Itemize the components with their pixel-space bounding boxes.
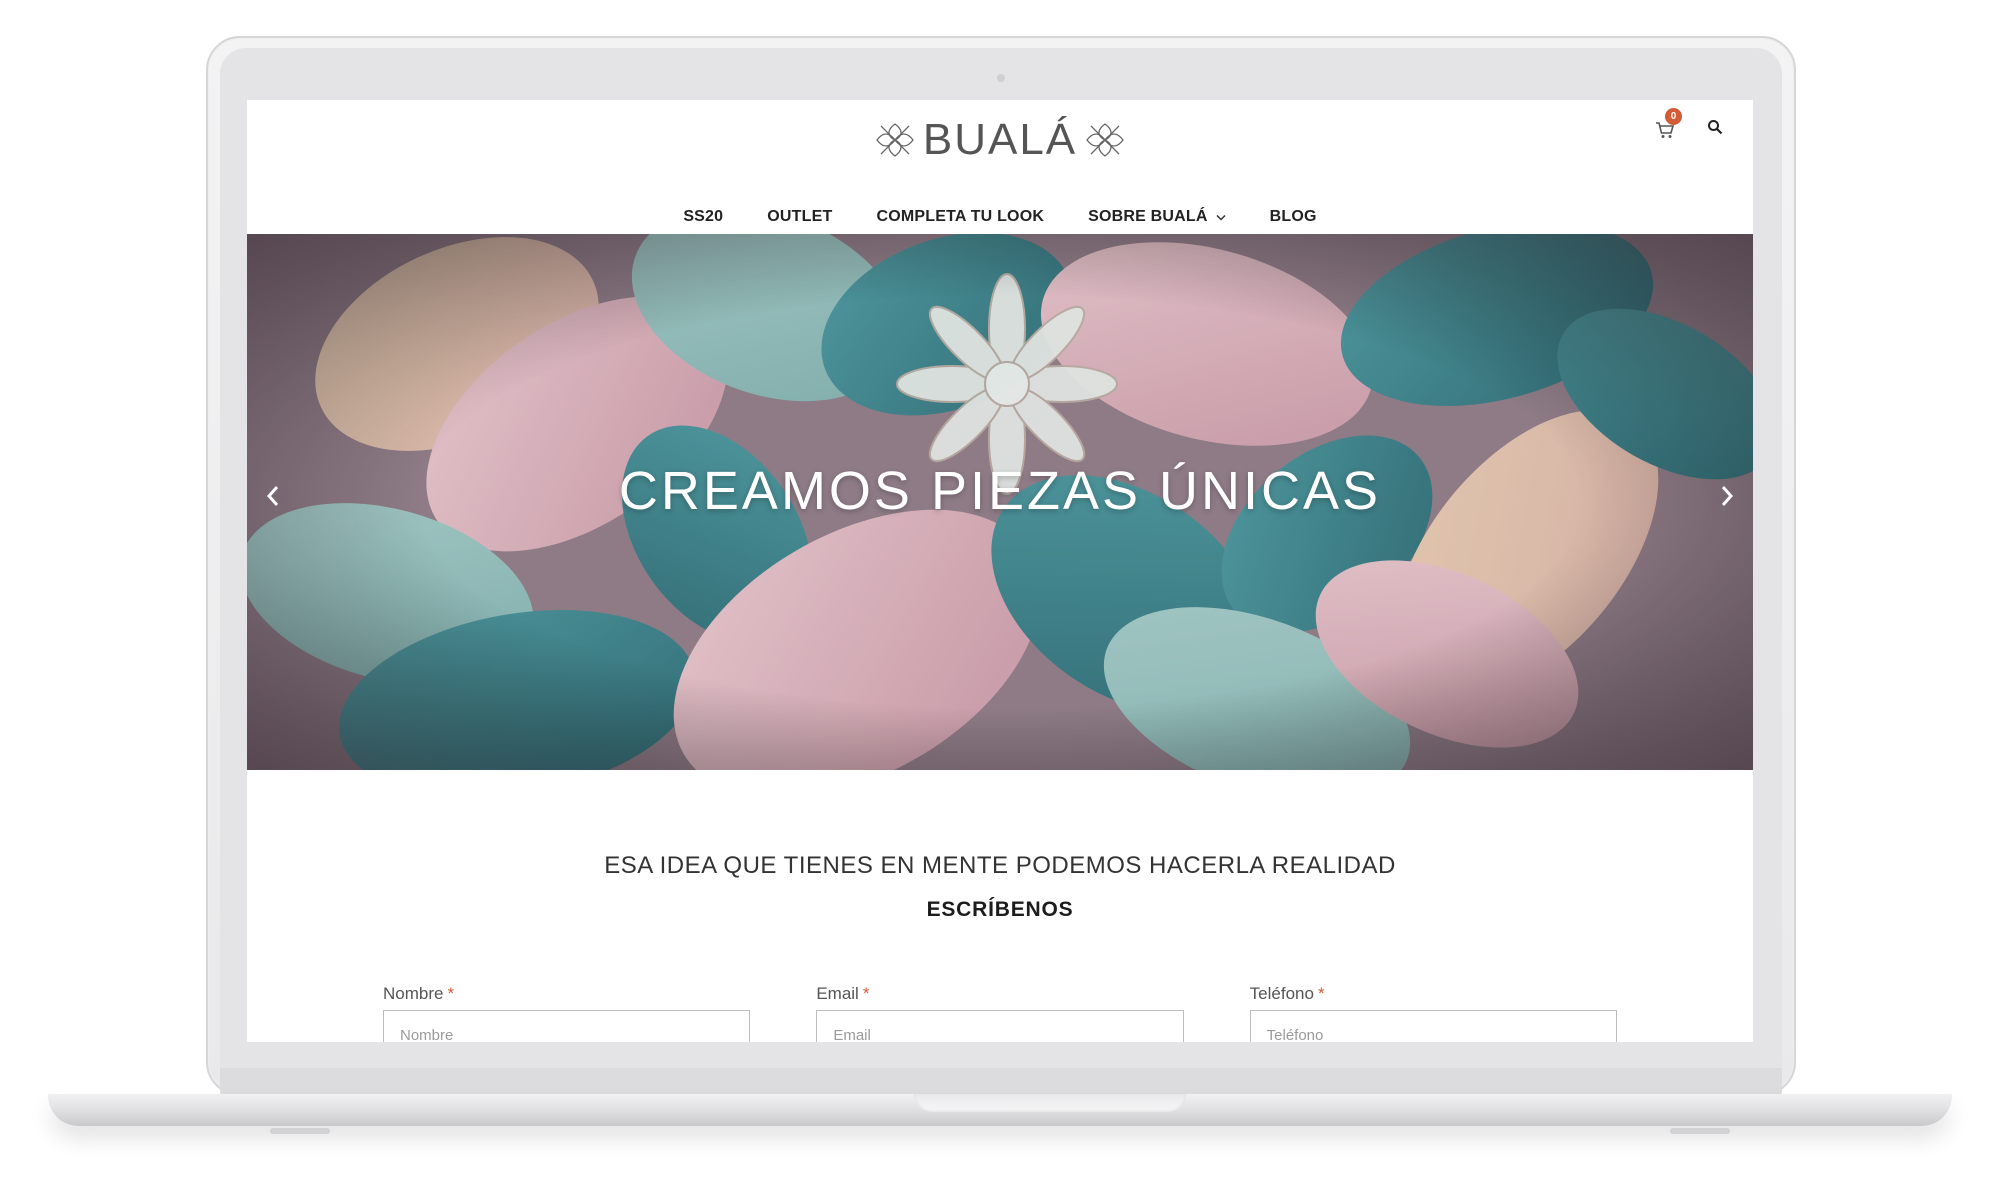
nombre-input[interactable] (383, 1010, 751, 1042)
nav-item-outlet[interactable]: OUTLET (767, 208, 832, 226)
header-actions: 0 (1655, 108, 1723, 138)
nav-item-sobre-buala[interactable]: SOBRE BUALÁ (1088, 208, 1226, 226)
nav-item-ss20[interactable]: SS20 (683, 208, 723, 226)
required-mark: * (1317, 984, 1325, 1003)
hero-title: CREAMOS PIEZAS ÚNICAS (618, 461, 1382, 521)
laptop-chin (220, 1068, 1782, 1094)
email-input[interactable] (816, 1010, 1184, 1042)
contact-section: ESA IDEA QUE TIENES EN MENTE PODEMOS HAC… (247, 770, 1753, 1042)
laptop-foot (1670, 1128, 1730, 1134)
search-icon[interactable] (1707, 119, 1723, 135)
site-header: BUALÁ 0 SS20 OUTLET COMPLETA TU LOOK SOB… (247, 100, 1753, 234)
hero-slider: CREAMOS PIEZAS ÚNICAS (247, 234, 1753, 770)
cart-button[interactable]: 0 (1655, 108, 1682, 138)
field-telefono: Teléfono * (1249, 984, 1617, 1042)
required-mark: * (862, 984, 870, 1003)
laptop-base (48, 1094, 1952, 1126)
telefono-input[interactable] (1249, 1010, 1617, 1042)
required-mark: * (447, 984, 455, 1003)
field-label: Teléfono * (1249, 984, 1325, 1003)
logo-ornament-icon (876, 123, 914, 157)
field-label: Nombre * (383, 984, 455, 1003)
nav-item-completa-tu-look[interactable]: COMPLETA TU LOOK (876, 208, 1044, 226)
field-email: Email * (816, 984, 1184, 1042)
brand-logo[interactable]: BUALÁ (247, 110, 1753, 170)
laptop-notch (914, 1094, 1186, 1112)
chevron-right-icon (1721, 486, 1734, 506)
section-subhead: ESCRÍBENOS (926, 898, 1074, 921)
contact-form: Nombre* Email* Teléfono* (383, 984, 1617, 1042)
main-nav: SS20 OUTLET COMPLETA TU LOOK SOBRE BUALÁ… (247, 200, 1753, 234)
section-tagline: ESA IDEA QUE TIENES EN MENTE PODEMOS HAC… (604, 852, 1396, 879)
field-nombre: Nombre * (383, 984, 751, 1042)
cart-count-badge: 0 (1665, 108, 1682, 125)
field-label: Email * (816, 984, 870, 1003)
logo-ornament-icon (1086, 123, 1124, 157)
browser-viewport: BUALÁ 0 SS20 OUTLET COMPLETA TU LOOK SOB… (247, 100, 1753, 1042)
slider-next-button[interactable] (1707, 476, 1747, 516)
webcam (997, 74, 1005, 82)
chevron-down-icon (1216, 214, 1226, 221)
laptop-foot (270, 1128, 330, 1134)
brand-name: BUALÁ (922, 115, 1078, 164)
nav-item-blog[interactable]: BLOG (1270, 208, 1317, 226)
